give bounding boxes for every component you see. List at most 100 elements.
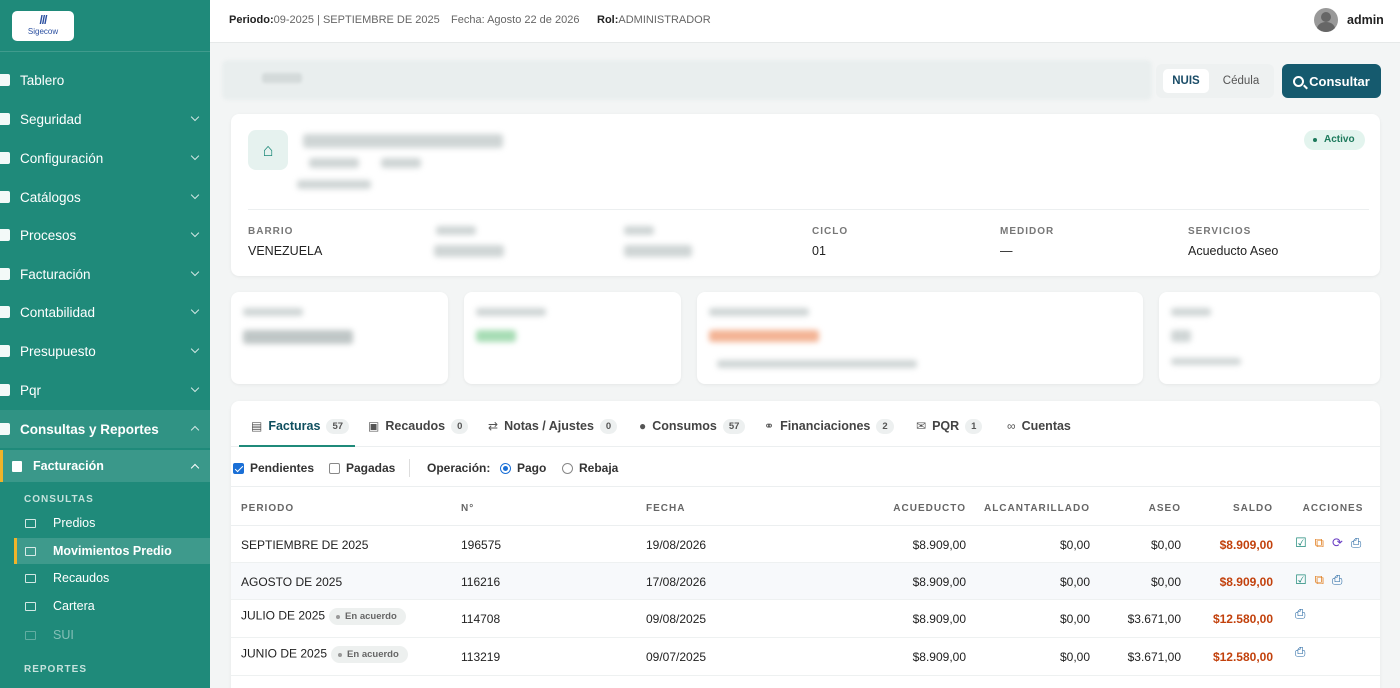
logo-mark-icon: /// [39, 13, 47, 27]
consultar-button[interactable]: Consultar [1282, 64, 1381, 98]
sidebar-subitem-movimientos-predio[interactable]: Movimientos Predio [14, 538, 210, 564]
cell-saldo: $8.909,00 [1219, 575, 1273, 589]
row-actions: ⎙ [1295, 606, 1305, 622]
cell-acueducto: $8.909,00 [912, 575, 966, 589]
stat-card [697, 292, 1143, 384]
checkbox-pendientes[interactable] [233, 462, 244, 474]
cell-alcantarillado: $0,00 [1059, 650, 1090, 664]
row-actions: ☑ ⧉ ⟳ ⎙ [1295, 535, 1361, 551]
blurred-field [434, 245, 504, 257]
sidebar-item-label: Facturación [20, 266, 91, 282]
search-input[interactable] [222, 60, 1152, 100]
user-avatar-icon[interactable] [1314, 8, 1338, 32]
sidebar-item-label: Seguridad [20, 111, 82, 127]
print-icon[interactable]: ⎙ [1295, 644, 1305, 660]
radio-pago[interactable]: Pago [500, 461, 546, 475]
sidebar-subitem-recaudos[interactable]: Recaudos [14, 565, 210, 591]
copy-icon[interactable]: ⧉ [1315, 572, 1324, 588]
sidebar-item-procesos[interactable]: Procesos [0, 216, 210, 254]
print-icon[interactable]: ⎙ [1351, 535, 1361, 551]
cogs-icon [0, 152, 10, 164]
submenu-facturacion[interactable]: Facturación [0, 450, 210, 482]
col-saldo[interactable]: SALDO [1191, 503, 1273, 514]
ciclo-value: 01 [812, 244, 826, 258]
sidebar-item-configuracion[interactable]: Configuración [0, 139, 210, 177]
home-icon: ⌂ [248, 130, 288, 170]
chevron-down-icon [190, 190, 200, 200]
sync-icon[interactable]: ⟳ [1332, 535, 1343, 551]
copy-icon[interactable]: ⧉ [1315, 535, 1324, 551]
sidebar-item-presupuesto[interactable]: Presupuesto [0, 332, 210, 370]
sidebar-item-pqr[interactable]: Pqr [0, 371, 210, 409]
toggle-nuis[interactable]: NUIS [1163, 69, 1209, 93]
checkbox-pagadas[interactable] [329, 462, 340, 474]
sidebar-item-consultas-reportes[interactable]: Consultas y Reportes [0, 410, 210, 448]
col-fecha[interactable]: FECHA [646, 503, 685, 514]
tab-consumos[interactable]: ● Consumos 57 [639, 413, 746, 447]
tab-facturas[interactable]: ▤ Facturas 57 [239, 413, 355, 447]
radio-pago-button[interactable] [500, 462, 511, 474]
periodo-text: JUNIO DE 2025 [241, 646, 328, 661]
invoice-icon [0, 268, 10, 280]
logo-text: Sigecow [27, 27, 59, 36]
sidebar-item-facturacion[interactable]: Facturación [0, 255, 210, 293]
chevron-up-icon [190, 425, 200, 435]
medidor-value: — [1000, 244, 1013, 258]
topbar: Periodo:09-2025 | SEPTIEMBRE DE 2025 Fec… [210, 0, 1400, 43]
sidebar-item-catalogos[interactable]: Catálogos [0, 178, 210, 216]
tab-count: 2 [876, 419, 894, 434]
sidebar-item-label: Pqr [20, 382, 42, 398]
sidebar-item-seguridad[interactable]: Seguridad [0, 100, 210, 138]
calendar-check-icon[interactable]: ☑ [1295, 535, 1307, 551]
tab-count: 0 [451, 419, 469, 434]
sidebar-subitem-predios[interactable]: Predios [14, 510, 210, 536]
filter-pendientes[interactable]: Pendientes [233, 461, 314, 475]
tab-label: Notas / Ajustes [504, 419, 594, 433]
col-acueducto[interactable]: ACUEDUCTO [871, 503, 966, 514]
barrio-value: VENEZUELA [248, 244, 323, 258]
sidebar-subitem-cartera[interactable]: Cartera [14, 593, 210, 619]
cell-aseo: $0,00 [1150, 575, 1181, 589]
movements-panel: ▤ Facturas 57 ▣ Recaudos 0 ⇄ Notas / Ajustes 0… [231, 401, 1380, 688]
user-name[interactable]: admin [1347, 13, 1384, 27]
cell-fecha: 09/07/2025 [646, 650, 707, 664]
blurred-stat-value [476, 330, 516, 342]
blurred-stat-value [243, 330, 353, 344]
divider [409, 459, 410, 477]
tab-notas-ajustes[interactable]: ⇄ Notas / Ajustes 0 [488, 413, 618, 447]
subitem-label: Movimientos Predio [53, 544, 172, 558]
tab-financiaciones[interactable]: ⚭ Financiaciones 2 [764, 413, 894, 447]
print-icon[interactable]: ⎙ [1295, 606, 1305, 622]
blurred-detail [381, 158, 421, 168]
rol-value: ADMINISTRADOR [618, 14, 711, 26]
cell-fecha: 17/08/2026 [646, 575, 707, 589]
col-numero[interactable]: N° [461, 503, 474, 514]
calendar-check-icon[interactable]: ☑ [1295, 572, 1307, 588]
scale-icon [0, 306, 10, 318]
print-icon[interactable]: ⎙ [1332, 572, 1342, 588]
col-alcantarillado[interactable]: ALCANTARILLADO [975, 503, 1090, 514]
tab-recaudos[interactable]: ▣ Recaudos 0 [368, 413, 469, 447]
filter-pagadas[interactable]: Pagadas [329, 461, 395, 475]
sidebar-item-label: Procesos [20, 227, 77, 243]
radio-rebaja[interactable]: Rebaja [562, 461, 618, 475]
tab-pqr[interactable]: ✉ PQR 1 [916, 413, 983, 447]
consultar-label: Consultar [1309, 73, 1370, 89]
col-aseo[interactable]: ASEO [1111, 503, 1181, 514]
toggle-cedula[interactable]: Cédula [1216, 69, 1266, 93]
brand-logo[interactable]: /// Sigecow [12, 11, 74, 41]
sidebar-item-contabilidad[interactable]: Contabilidad [0, 293, 210, 331]
divider [248, 209, 1369, 210]
sidebar-item-tablero[interactable]: Tablero [0, 61, 210, 99]
folder-icon [25, 601, 36, 611]
acuerdo-badge: En acuerdo [331, 646, 408, 663]
cell-acueducto: $8.909,00 [912, 650, 966, 664]
tab-cuentas[interactable]: ∞ Cuentas [1007, 413, 1071, 447]
building-icon [25, 518, 36, 528]
cell-saldo: $12.580,00 [1212, 612, 1273, 626]
tab-label: Cuentas [1021, 419, 1071, 433]
cell-alcantarillado: $0,00 [1059, 575, 1090, 589]
col-periodo[interactable]: PERIODO [241, 503, 294, 514]
radio-rebaja-button[interactable] [562, 462, 573, 474]
cell-fecha: 09/08/2025 [646, 612, 707, 626]
